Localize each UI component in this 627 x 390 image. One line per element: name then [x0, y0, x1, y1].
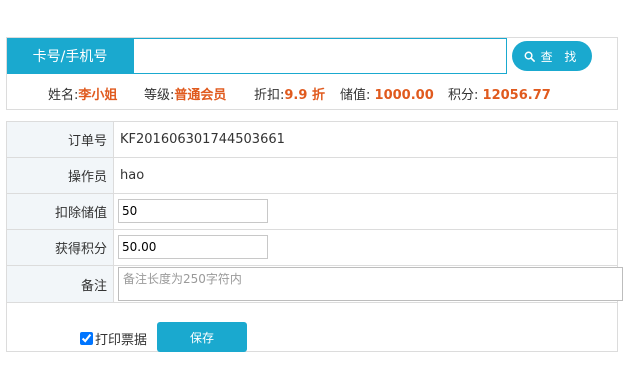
deduct-cell [114, 194, 617, 229]
search-field-label: 卡号/手机号 [7, 38, 133, 74]
search-button[interactable]: 查 找 [512, 41, 592, 71]
member-level: 等级:普通会员 [144, 84, 226, 103]
member-balance-value: 1000.00 [374, 88, 434, 103]
print-receipt-checkbox[interactable] [80, 332, 93, 345]
member-level-value: 普通会员 [174, 88, 227, 103]
points-cell [114, 230, 617, 265]
deduct-row: 扣除储值 [7, 194, 617, 230]
remark-cell [114, 266, 623, 302]
member-discount-label: 折扣: [254, 88, 285, 103]
remark-row: 备注 [7, 266, 623, 303]
member-search-panel: 卡号/手机号 查 找 姓名:李小姐 等级:普通会员 折扣:9.9 折 储值: 1… [6, 37, 618, 110]
points-row: 获得积分 [7, 230, 617, 266]
member-points: 积分: 12056.77 [448, 84, 551, 103]
member-level-label: 等级: [144, 88, 175, 103]
earned-points-input[interactable] [118, 235, 268, 259]
member-discount: 折扣:9.9 折 [254, 84, 325, 103]
card-phone-search-input[interactable] [133, 38, 507, 74]
deduct-balance-label: 扣除储值 [7, 194, 114, 229]
earned-points-label: 获得积分 [7, 230, 114, 265]
save-button[interactable]: 保存 [157, 322, 247, 352]
search-button-label: 查 找 [540, 49, 581, 64]
form-actions: 打印票据 保存 [7, 303, 617, 352]
member-name: 姓名:李小姐 [48, 84, 117, 103]
search-icon [524, 51, 535, 62]
remark-textarea[interactable] [118, 267, 623, 301]
member-points-label: 积分: [448, 88, 479, 103]
member-balance-label: 储值: [340, 88, 371, 103]
member-name-label: 姓名: [48, 88, 79, 103]
order-number-label: 订单号 [7, 122, 114, 157]
member-name-value: 李小姐 [78, 88, 118, 103]
member-discount-value: 9.9 折 [284, 88, 325, 103]
operator-label: 操作员 [7, 158, 114, 193]
print-receipt-option[interactable]: 打印票据 [80, 329, 147, 348]
member-balance: 储值: 1000.00 [340, 84, 434, 103]
member-points-value: 12056.77 [482, 88, 551, 103]
order-row: 订单号 KF201606301744503661 [7, 122, 617, 158]
operator-value: hao [120, 168, 145, 183]
order-number-value: KF201606301744503661 [120, 132, 285, 147]
remark-label: 备注 [7, 266, 114, 302]
operator-row: 操作员 hao [7, 158, 617, 194]
print-receipt-label: 打印票据 [95, 333, 148, 348]
deduct-balance-input[interactable] [118, 199, 268, 223]
consume-form: 订单号 KF201606301744503661 操作员 hao 扣除储值 获得… [6, 121, 623, 352]
member-info-bar: 姓名:李小姐 等级:普通会员 折扣:9.9 折 储值: 1000.00 积分: … [7, 74, 617, 110]
